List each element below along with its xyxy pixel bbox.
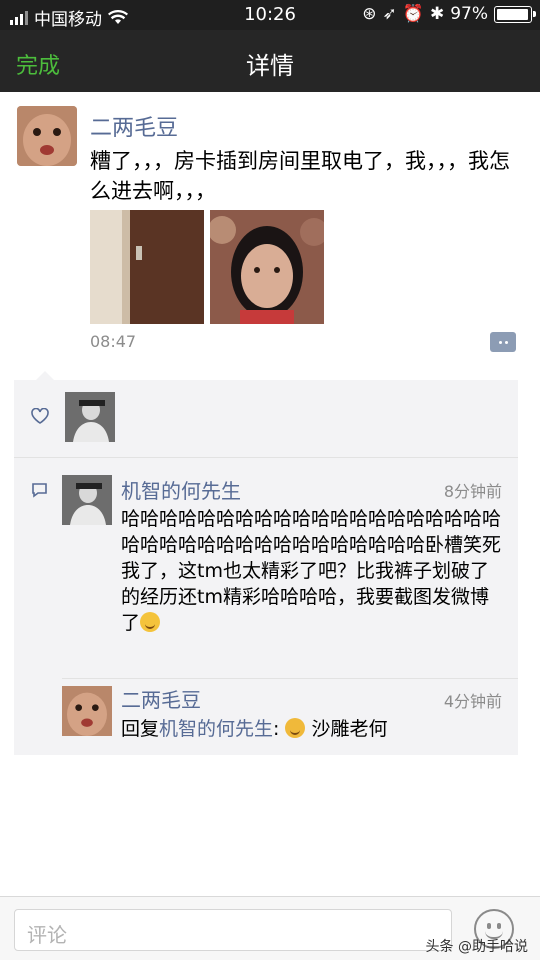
reply-prefix: 回复	[121, 718, 160, 740]
heart-icon	[31, 408, 49, 424]
comment-body: 哈哈哈哈哈哈哈哈哈哈哈哈哈哈哈哈哈哈哈哈哈哈哈哈哈哈哈哈哈哈哈哈哈哈哈哈卧槽笑死…	[121, 508, 502, 634]
comment-time: 8分钟前	[443, 482, 502, 501]
post-photo-door[interactable]	[90, 210, 204, 324]
location-icon: ➶	[382, 4, 397, 24]
status-bar: 中国移动 10:26 ⊛ ➶ ⏰ ✱ 97%	[0, 0, 540, 30]
reply-author-name[interactable]: 二两毛豆	[121, 684, 201, 713]
reply-body: 沙雕老何	[311, 718, 388, 740]
commenter-avatar[interactable]	[62, 475, 112, 525]
author-avatar[interactable]	[17, 106, 77, 166]
commenter-name[interactable]: 机智的何先生	[121, 475, 241, 504]
alarm-icon: ⏰	[402, 4, 424, 24]
reply-text: 回复机智的何先生: 沙雕老何	[121, 716, 388, 742]
reply-time: 4分钟前	[443, 692, 502, 711]
liker-avatar[interactable]	[65, 392, 115, 442]
battery-icon	[494, 5, 536, 23]
comment-divider	[62, 678, 518, 679]
comments-area: 机智的何先生 8分钟前 哈哈哈哈哈哈哈哈哈哈哈哈哈哈哈哈哈哈哈哈哈哈哈哈哈哈哈哈…	[14, 371, 518, 755]
post-author-name[interactable]: 二两毛豆	[90, 110, 178, 142]
more-actions-button[interactable]	[490, 332, 516, 352]
battery-level	[497, 8, 529, 20]
post-photo-face[interactable]	[210, 210, 324, 324]
navigation-bar: 完成 详情	[0, 30, 540, 92]
reply-to-name[interactable]: 机智的何先生	[159, 718, 273, 740]
bluetooth-icon: ✱	[429, 4, 445, 24]
watermark: 头条 @助手哈说	[425, 939, 528, 955]
comment-text: 哈哈哈哈哈哈哈哈哈哈哈哈哈哈哈哈哈哈哈哈哈哈哈哈哈哈哈哈哈哈哈哈哈哈哈哈卧槽笑死…	[121, 506, 503, 636]
unamused-emoji-icon	[285, 718, 306, 738]
comment-input[interactable]: 评论	[14, 909, 452, 951]
battery-percent: 97%	[450, 4, 488, 24]
reply-colon: :	[273, 718, 280, 740]
page-title: 详情	[246, 52, 294, 80]
reply-author-avatar[interactable]	[62, 686, 112, 736]
rotation-lock-icon: ⊛	[362, 4, 377, 24]
likes-divider	[14, 457, 518, 458]
post-time: 08:47	[90, 332, 137, 351]
laughing-emoji-icon	[140, 612, 161, 632]
post-text: 糟了，，，房卡插到房间里取电了，我，，，我怎么进去啊，，，	[90, 149, 510, 203]
comment-icon	[32, 483, 47, 498]
